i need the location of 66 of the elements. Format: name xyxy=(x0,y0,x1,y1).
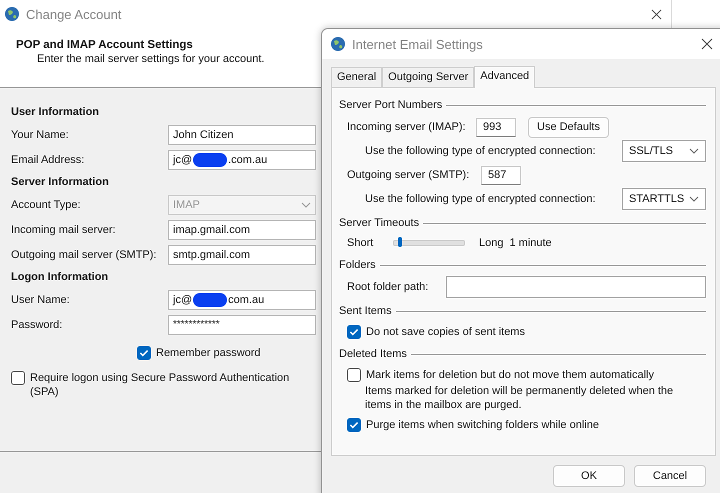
group-title: Server Port Numbers xyxy=(339,99,442,111)
checkbox[interactable] xyxy=(347,418,361,432)
root-folder-field[interactable] xyxy=(446,276,706,298)
redaction-mark xyxy=(193,152,228,166)
group-title: Deleted Items xyxy=(339,348,407,360)
field-label: Use the following type of encrypted connection: xyxy=(365,193,597,205)
checkbox-label: Mark items for deletion but do not move them automatically xyxy=(366,368,654,380)
checkbox[interactable] xyxy=(137,346,151,360)
globe-icon xyxy=(4,6,20,22)
port-field[interactable]: 993 xyxy=(476,118,516,136)
field-label: Your Name: xyxy=(11,128,70,140)
note-text: Items marked for deletion will be permanently deleted when the items in the mailbox are purged. xyxy=(365,385,674,412)
section-title: User Information xyxy=(11,105,100,120)
dropdown[interactable]: STARTTLS xyxy=(622,188,706,210)
text-field[interactable]: smtp.gmail.com xyxy=(168,244,316,264)
field-label: Account Type: xyxy=(11,198,82,210)
field-label: Use the following type of encrypted connection: xyxy=(365,145,597,157)
tab[interactable]: General xyxy=(331,67,382,87)
timeout-reading: 1 minute xyxy=(509,237,552,249)
chevron-icon xyxy=(301,202,311,208)
password-field[interactable]: ************ xyxy=(168,314,316,334)
subheading: Enter the mail server settings for your account. xyxy=(37,53,264,65)
group-title: Folders xyxy=(339,259,376,271)
field-label: Password: xyxy=(11,318,64,330)
field-label: User Name: xyxy=(11,294,71,306)
slider-label: Long xyxy=(479,237,504,249)
chevron-icon xyxy=(689,148,699,154)
group-title: Sent Items xyxy=(339,305,392,317)
window-title: Internet Email Settings xyxy=(352,36,483,52)
checkbox-label: Require logon using Secure Password Authentication (SPA) xyxy=(30,371,290,399)
checkmark-icon xyxy=(138,347,150,359)
checkbox[interactable] xyxy=(347,368,361,382)
field-label: Outgoing server (SMTP): xyxy=(347,169,470,181)
close-icon[interactable] xyxy=(701,38,713,50)
tab[interactable]: Outgoing Server xyxy=(382,67,474,87)
checkbox[interactable] xyxy=(11,371,25,385)
chevron-icon xyxy=(689,196,699,202)
text-field[interactable]: jc@ .com.au xyxy=(168,150,316,170)
checkbox-label: Remember password xyxy=(156,347,261,359)
field-label: Incoming mail server: xyxy=(11,224,117,236)
heading: POP and IMAP Account Settings xyxy=(16,39,193,51)
field-label: Incoming server (IMAP): xyxy=(347,121,467,133)
use-defaults-button[interactable]: Use Defaults xyxy=(528,116,609,138)
dropdown[interactable]: SSL/TLS xyxy=(622,140,706,162)
section-title: Server Information xyxy=(11,175,109,190)
checkbox-label: Purge items when switching folders while online xyxy=(366,418,599,430)
redaction-mark xyxy=(193,292,228,306)
tab[interactable]: Advanced xyxy=(474,66,536,88)
slider-thumb[interactable] xyxy=(398,237,402,247)
text-field[interactable]: imap.gmail.com xyxy=(168,220,316,240)
close-icon[interactable] xyxy=(651,8,662,20)
text-field[interactable]: jc@ com.au xyxy=(168,290,316,310)
cancel-button[interactable]: Cancel xyxy=(634,465,706,487)
globe-icon xyxy=(330,36,346,52)
window-title: Change Account xyxy=(26,6,122,22)
ok-button[interactable]: OK xyxy=(553,465,625,487)
checkbox-label: Do not save copies of sent items xyxy=(366,326,525,338)
field-label: Root folder path: xyxy=(347,281,430,293)
field-label: Outgoing mail server (SMTP): xyxy=(11,248,158,260)
field-label: Email Address: xyxy=(11,154,86,166)
port-field[interactable]: 587 xyxy=(481,166,521,184)
slider-label: Short xyxy=(347,237,374,249)
text-field[interactable]: John Citizen xyxy=(168,124,316,144)
section-title: Logon Information xyxy=(11,270,108,285)
checkbox[interactable] xyxy=(347,324,361,338)
group-title: Server Timeouts xyxy=(339,217,420,229)
